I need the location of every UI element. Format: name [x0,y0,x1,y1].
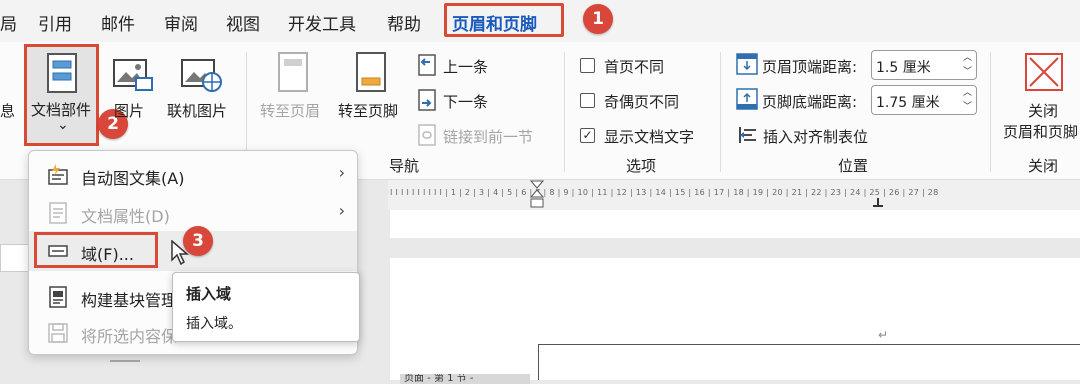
tab-references[interactable]: 引用 [38,10,72,35]
header-top-icon [736,53,758,75]
show-doc-text-label: 显示文档文字 [604,128,695,146]
doc-property-icon [49,202,67,224]
previous-button[interactable]: 上一条 [443,56,488,77]
chevron-right-icon: › [338,163,345,182]
building-blocks-label: 构建基块管理 [81,291,178,310]
options-group-label: 选项 [626,157,657,175]
chevron-right-icon: › [338,201,345,220]
next-button[interactable]: 下一条 [443,91,488,112]
save-icon [48,323,68,343]
header-top-value: 1.5 厘米 [876,60,931,76]
close-icon [1025,53,1063,91]
tab-mailings[interactable]: 邮件 [101,10,135,35]
ruler-ticks: I I I I I I I I I I | 1 | 2 | 3 | 4 | 5 … [390,188,939,197]
menu-item-autotext[interactable]: 自动图文集(A) › [29,155,357,195]
document-page[interactable]: ↵ 页面 - 第 1 节 - [390,258,1080,384]
group-divider [720,52,721,172]
align-tab-icon [739,127,756,143]
odd-even-label: 奇偶页不同 [604,93,680,111]
show-doc-text-checkbox[interactable]: ✓ [580,128,595,143]
field-highlight-box [34,232,158,268]
insert-align-tab-button[interactable]: 插入对齐制表位 [763,126,868,147]
chevron-down-icon: ⌄ [57,117,69,133]
tab-layout[interactable]: 局 [0,10,17,35]
doc-property-label: 文档属性(D) [81,207,170,226]
footer-left-line [538,344,539,380]
doc-parts-icon [47,53,77,93]
autotext-label: 自动图文集(A) [81,169,185,188]
nav-group-label: 导航 [389,157,420,175]
footer-border-line [538,344,1080,345]
document-page-top[interactable] [390,210,1080,238]
footer-bottom-value: 1.75 厘米 [876,95,940,111]
goto-header-icon [278,52,308,92]
goto-footer-button[interactable]: 转至页脚 [338,100,398,121]
footer-bottom-label: 页脚底端距离: [762,93,858,111]
step-badge-1: 1 [583,4,613,34]
odd-even-checkbox[interactable] [580,93,595,108]
header-top-spinner[interactable]: 1.5 厘米 ︿ ﹀ [871,50,977,80]
tooltip-title: 插入域 [186,285,232,303]
tab-developer[interactable]: 开发工具 [288,10,356,35]
info-button-label[interactable]: 息 [0,100,15,121]
footer-bottom-spinner[interactable]: 1.75 厘米 ︿ ﹀ [871,85,977,115]
picture-icon [113,59,153,91]
save-selection-label: 将所选内容保 [81,327,178,346]
indent-marker-icon[interactable] [530,180,544,210]
tab-highlight-box [444,3,564,37]
horizontal-ruler: I I I I I I I I I I | 1 | 2 | 3 | 4 | 5 … [388,180,1080,210]
tooltip-description: 插入域。 [186,316,242,332]
vertical-ruler-mark [110,360,140,362]
goto-header-button[interactable]: 转至页眉 [260,100,320,121]
close-group-label: 关闭 [1028,157,1059,175]
link-icon [418,124,436,146]
tab-help[interactable]: 帮助 [387,10,421,35]
picture-button[interactable]: 图片 [114,100,144,121]
tab-review[interactable]: 审阅 [164,10,198,35]
group-divider [564,52,565,172]
footer-bottom-icon [736,88,758,110]
spinner-arrows-icon[interactable]: ︿ ﹀ [963,51,972,79]
link-previous-button[interactable]: 链接到前一节 [443,126,533,147]
first-page-label: 首页不同 [604,58,665,76]
previous-icon [418,54,436,76]
building-blocks-icon [49,286,67,308]
close-label-line1[interactable]: 关闭 [1028,100,1058,121]
first-page-checkbox[interactable] [580,58,595,73]
tab-stop-icon [873,198,883,207]
goto-footer-icon [356,52,386,92]
left-panel-field [0,244,30,272]
group-divider [990,52,991,172]
spinner-arrows-icon[interactable]: ︿ ﹀ [963,86,972,114]
autotext-icon [48,164,68,185]
header-top-label: 页眉顶端距离: [762,58,858,76]
mouse-cursor-icon [171,240,190,266]
close-label-line2[interactable]: 页眉和页脚 [1003,121,1078,142]
position-group-label: 位置 [838,157,869,175]
next-icon [418,89,436,111]
insert-field-tooltip: 插入域 插入域。 [172,272,360,342]
doc-parts-button[interactable]: 文档部件 ⌄ [24,44,99,146]
online-picture-button[interactable]: 联机图片 [167,100,227,121]
online-picture-icon [181,59,222,92]
tab-view[interactable]: 视图 [226,10,260,35]
ribbon-tab-bar: 局 引用 邮件 审阅 视图 开发工具 帮助 页眉和页脚 1 [0,0,1080,42]
footer-section-tag: 页面 - 第 1 节 - [400,374,530,384]
paragraph-mark: ↵ [878,328,889,342]
